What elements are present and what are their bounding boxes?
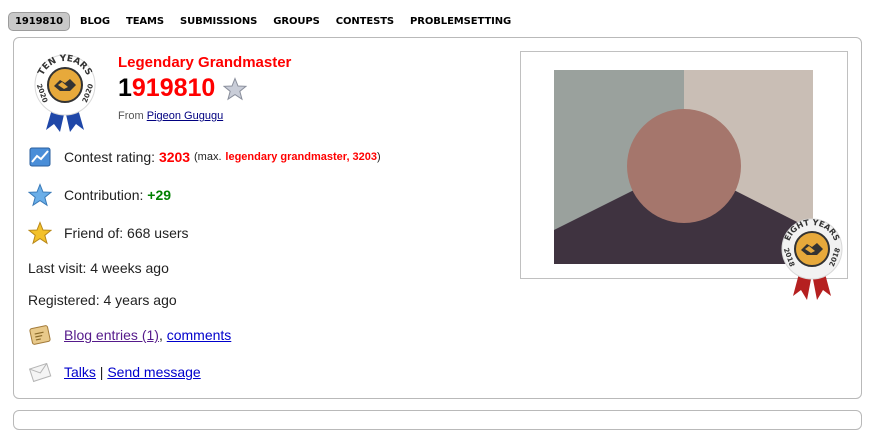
from-label: From [118, 110, 144, 122]
contest-rating-value: 3203 [158, 149, 191, 165]
nav-item-teams[interactable]: TEAMS [120, 12, 170, 31]
nav-item-submissions[interactable]: SUBMISSIONS [174, 12, 263, 31]
rating-chart-icon [29, 147, 51, 167]
friend-of-value: 668 users [127, 225, 189, 241]
user-photo-frame: EIGHT YEARS 2018 2018 [520, 51, 848, 300]
nav-item-contests[interactable]: CONTESTS [330, 12, 400, 31]
registered-value: 4 years ago [103, 292, 177, 308]
last-visit-row: Last visit: 4 weeks ago [28, 260, 169, 276]
friend-of-row: Friend of: 668 users [28, 221, 189, 245]
top-nav: 1919810 BLOG TEAMS SUBMISSIONS GROUPS CO… [8, 10, 521, 32]
nav-item-profile[interactable]: 1919810 [8, 11, 71, 31]
nav-item-problemsetting[interactable]: PROBLEMSETTING [404, 12, 517, 31]
talks-link[interactable]: Talks [64, 364, 96, 380]
send-message-link[interactable]: Send message [107, 364, 200, 380]
user-avatar[interactable] [554, 70, 813, 264]
contribution-label: Contribution: [64, 187, 144, 203]
last-visit-label: Last visit: [28, 260, 87, 276]
profile-card: TEN YEARS 2020 2020 Legendary Grandmaste… [13, 37, 862, 399]
talks-separator: | [99, 364, 104, 380]
last-visit-value: 4 weeks ago [90, 260, 169, 276]
contest-rating-row: Contest rating: 3203 (max. legendary gra… [28, 145, 381, 169]
max-rating-close: ) [377, 151, 381, 163]
blog-comma: , [158, 327, 163, 343]
comments-link[interactable]: comments [167, 327, 232, 343]
nav-item-blog[interactable]: BLOG [74, 12, 116, 31]
eight-years-badge-icon: EIGHT YEARS 2018 2018 [781, 218, 843, 300]
nav-item-groups[interactable]: GROUPS [267, 12, 325, 31]
contribution-star-icon [28, 183, 52, 207]
ten-years-badge-icon: TEN YEARS 2020 2020 [34, 54, 96, 132]
friend-of-label: Friend of: [64, 225, 124, 241]
max-rating-rank: legendary grandmaster, 3203 [225, 151, 378, 163]
next-card-edge [13, 410, 862, 430]
user-handle[interactable]: 1919810 [118, 74, 215, 103]
friend-star-icon [28, 221, 52, 245]
blog-icon [29, 325, 51, 345]
handle-rest: 919810 [131, 74, 216, 102]
blog-row: Blog entries (1), comments [28, 323, 231, 347]
max-rating-open: (max. [194, 151, 222, 163]
registered-label: Registered: [28, 292, 100, 308]
organization-line: From Pigeon Gugugu [118, 110, 223, 122]
talks-row: Talks | Send message [28, 360, 201, 384]
handle-first-letter: 1 [118, 74, 132, 102]
contribution-row: Contribution: +29 [28, 183, 171, 207]
contribution-value: +29 [147, 187, 172, 203]
handle-star-icon[interactable] [223, 77, 247, 101]
organization-link[interactable]: Pigeon Gugugu [147, 110, 223, 122]
mail-icon [28, 362, 52, 383]
blog-entries-link[interactable]: Blog entries (1) [64, 327, 159, 343]
rank-title: Legendary Grandmaster [118, 54, 292, 71]
contest-rating-label: Contest rating: [64, 149, 156, 165]
registered-row: Registered: 4 years ago [28, 292, 177, 308]
